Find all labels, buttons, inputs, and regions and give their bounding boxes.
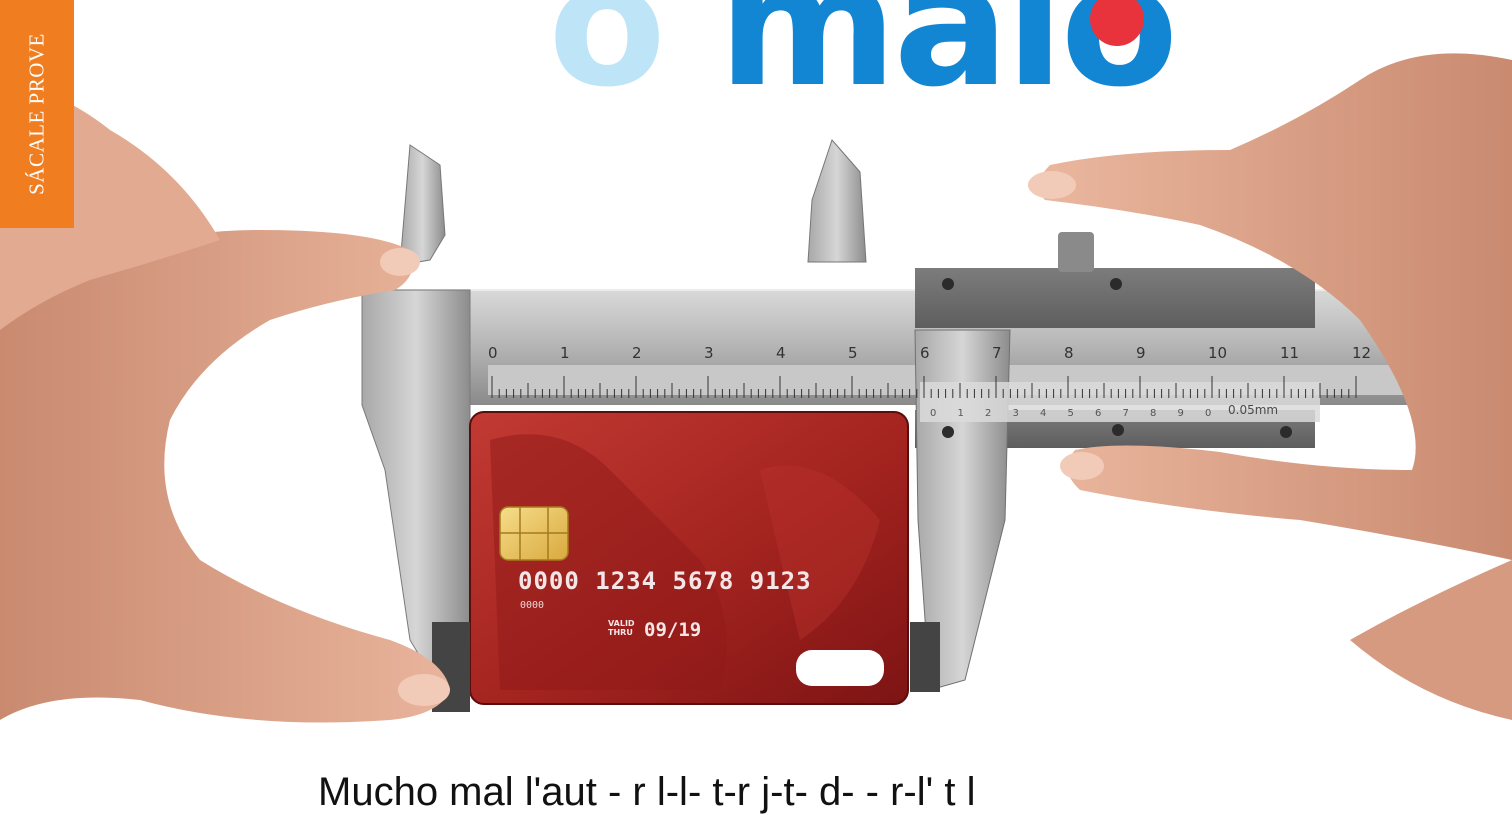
headline-logo: o malo xyxy=(548,0,1178,120)
vernier-scale-label: 5 xyxy=(1068,408,1074,419)
vernier-scale-label: 0 xyxy=(1205,408,1211,419)
main-scale-label: 9 xyxy=(1136,344,1146,362)
main-scale-label: 3 xyxy=(704,344,714,362)
card-valid-label: VALID THRU xyxy=(608,619,635,637)
tagline: Mucho mal l'aut - r l-l- t-r j-t- d- - r… xyxy=(318,770,976,814)
vernier-scale-label: 7 xyxy=(1123,408,1129,419)
main-scale-label: 0 xyxy=(488,344,498,362)
vernier-scale-label: 3 xyxy=(1013,408,1019,419)
vernier-scale-label: 8 xyxy=(1150,408,1156,419)
headline-light-part: o xyxy=(548,0,666,125)
caliper-scale-label: 0.05mm xyxy=(1228,403,1279,417)
main-scale-label: 2 xyxy=(632,344,642,362)
side-tab-label: SÁCALE PROVE xyxy=(24,33,49,195)
main-scale-label: 8 xyxy=(1064,344,1074,362)
main-scale-label: 5 xyxy=(848,344,858,362)
main-scale-label: 4 xyxy=(776,344,786,362)
vernier-scale-label: 0 xyxy=(930,408,936,419)
vernier-scale-label: 6 xyxy=(1095,408,1101,419)
main-scale-label: 7 xyxy=(992,344,1002,362)
card-valid-date: 09/19 xyxy=(644,619,702,641)
vernier-scale-label: 2 xyxy=(985,408,991,419)
vernier-scale-label: 4 xyxy=(1040,408,1046,419)
main-scale-label: 10 xyxy=(1208,344,1227,362)
main-scale-label: 1 xyxy=(560,344,570,362)
card-number: 0000 1234 5678 9123 xyxy=(518,567,812,595)
vernier-scale-label: 9 xyxy=(1178,408,1184,419)
card-small-number: 0000 xyxy=(520,600,545,611)
main-scale-label: 6 xyxy=(920,344,930,362)
main-scale-label: 12 xyxy=(1352,344,1371,362)
vernier-scale-label: 1 xyxy=(958,408,964,419)
side-tab[interactable]: SÁCALE PROVE xyxy=(0,0,74,228)
main-scale-label: 11 xyxy=(1280,344,1299,362)
